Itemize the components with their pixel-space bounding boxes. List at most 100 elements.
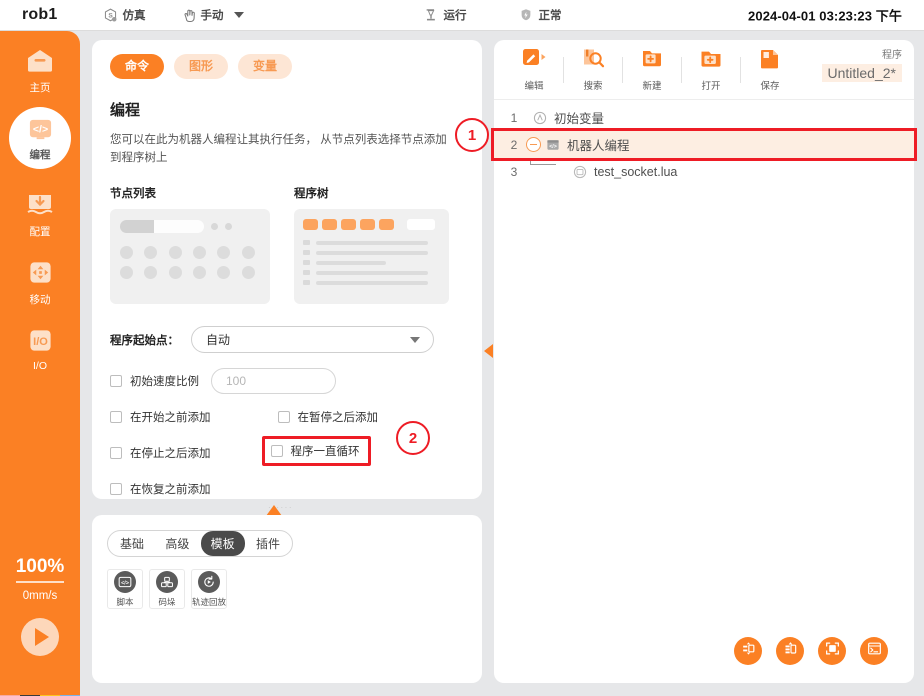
toolbar-new-label: 新建 xyxy=(642,80,662,92)
sidebar-item-home[interactable]: 主页 xyxy=(0,45,80,95)
tab-command[interactable]: 命令 xyxy=(110,54,165,79)
tab-variables[interactable]: 变量 xyxy=(238,54,293,79)
tool-trajectory-replay-label: 轨迹回放 xyxy=(192,596,227,607)
program-action-buttons xyxy=(734,637,888,665)
toolbar-edit-label: 编辑 xyxy=(524,80,544,92)
tool-script[interactable]: </> 脚本 xyxy=(107,569,143,609)
speed-ratio-checkbox[interactable] xyxy=(110,375,122,387)
tool-palletize[interactable]: 码垛 xyxy=(149,569,185,609)
clock: 2024-04-01 03:23:23 下午 xyxy=(748,8,902,24)
terminal-button[interactable] xyxy=(860,637,888,665)
io-icon: I/O xyxy=(25,325,55,355)
loop-forever-checkbox[interactable] xyxy=(270,445,283,457)
shield-icon xyxy=(519,8,534,23)
start-point-select[interactable]: 自动 xyxy=(191,326,434,353)
placeholder-dot xyxy=(120,246,133,259)
segment-basic[interactable]: 基础 xyxy=(110,531,154,556)
health-state-label: 正常 xyxy=(538,10,562,22)
tree-row-number: 2 xyxy=(510,137,518,152)
simulation-mode-indicator[interactable]: S 仿真 xyxy=(103,7,145,23)
placeholder-dot xyxy=(211,223,218,230)
panel-expand-handle[interactable] xyxy=(258,505,290,516)
tree-row-robot-program[interactable]: 2 </> 机器人编程 xyxy=(491,128,917,161)
program-name: Untitled_2* xyxy=(821,64,902,82)
svg-text:</>: </> xyxy=(549,144,557,150)
placeholder-chip xyxy=(303,219,318,230)
segment-advanced[interactable]: 高级 xyxy=(155,531,199,556)
edit-pencil-icon xyxy=(521,48,547,75)
speed-ratio-input[interactable]: 100 xyxy=(211,368,336,394)
application-window: rob1 S 仿真 手动 运行 正常 2024-04-01 03:23:23 下… xyxy=(0,0,924,696)
sidebar-item-config[interactable]: 配置 xyxy=(0,189,80,239)
download-config-icon xyxy=(25,189,55,219)
add-before-resume-checkbox[interactable] xyxy=(110,483,122,495)
svg-text:</>: </> xyxy=(32,123,47,135)
node-list-heading: 节点列表 xyxy=(110,188,156,200)
placeholder-chip xyxy=(360,219,375,230)
move-node-up-down-button[interactable] xyxy=(734,637,762,665)
placeholder-line xyxy=(303,240,440,245)
toolbar-save[interactable]: 保存 xyxy=(750,48,790,92)
placeholder-line xyxy=(303,260,440,265)
manual-mode-selector[interactable]: 手动 xyxy=(181,7,245,23)
trajectory-replay-icon xyxy=(198,570,220,593)
tree-row-lua-file[interactable]: 3 test_socket.lua xyxy=(494,145,914,185)
page-title: 编程 xyxy=(110,102,141,119)
move-arrows-icon xyxy=(25,257,55,287)
code-icon: </> xyxy=(25,115,55,145)
loop-forever-highlight: 程序一直循环 xyxy=(261,436,371,466)
placeholder-search-row xyxy=(120,220,260,233)
health-state-indicator: 正常 xyxy=(519,7,561,23)
loop-forever-label: 程序一直循环 xyxy=(290,446,360,458)
program-editor-panel: 编辑 搜索 新建 打开 保存 程序 Untitled_2* 1 初始变量 2 <… xyxy=(491,40,917,683)
segment-template[interactable]: 模板 xyxy=(200,531,245,556)
lua-file-icon xyxy=(572,164,587,179)
toolbar-search[interactable]: 搜索 xyxy=(573,48,613,92)
panel-collapse-handle[interactable] xyxy=(482,328,494,374)
toolbar-open[interactable]: 打开 xyxy=(691,48,731,92)
program-meta: 程序 Untitled_2* xyxy=(821,46,902,83)
collapse-toggle-icon[interactable] xyxy=(526,137,541,152)
tree-row-number: 3 xyxy=(510,164,518,179)
toolbar-edit[interactable]: 编辑 xyxy=(514,48,554,92)
fullscreen-button[interactable] xyxy=(818,637,846,665)
tree-row-label: test_socket.lua xyxy=(594,164,678,179)
home-icon xyxy=(25,45,55,75)
insert-node-button[interactable] xyxy=(776,637,804,665)
tool-trajectory-replay[interactable]: 轨迹回放 xyxy=(191,569,227,609)
add-after-pause-label: 在暂停之后添加 xyxy=(297,412,379,424)
play-button[interactable] xyxy=(21,618,59,656)
toolbar-new[interactable]: 新建 xyxy=(632,48,672,92)
start-point-value: 自动 xyxy=(206,333,231,347)
robot-name: rob1 xyxy=(22,6,58,23)
chevron-down-icon[interactable] xyxy=(234,12,245,18)
placeholder-search-bar xyxy=(120,220,204,233)
speed-ratio-row: 初始速度比例 100 xyxy=(110,368,482,394)
placeholder-dot xyxy=(144,246,158,259)
options-row-1: 在开始之前添加 在暂停之后添加 xyxy=(110,409,482,425)
add-before-start-checkbox[interactable] xyxy=(110,411,122,423)
fullscreen-icon xyxy=(825,641,840,661)
options-checkbox-grid: 在开始之前添加 在暂停之后添加 在停止之后添加 程序一直循环 在恢复之前添加 xyxy=(110,409,482,497)
play-icon xyxy=(35,628,49,646)
add-after-pause-checkbox[interactable] xyxy=(277,411,290,423)
sidebar-item-programming[interactable]: </> 编程 xyxy=(9,107,71,169)
svg-text:I/O: I/O xyxy=(33,335,48,347)
sidebar-item-io[interactable]: I/O I/O xyxy=(0,325,80,372)
placeholder-columns: 节点列表 程序树 xyxy=(110,185,482,304)
sidebar-item-move[interactable]: 移动 xyxy=(0,257,80,307)
placeholder-chip xyxy=(341,219,356,230)
placeholder-dot xyxy=(217,246,231,259)
placeholder-line-list xyxy=(303,240,440,285)
add-after-stop-checkbox[interactable] xyxy=(110,447,122,459)
add-after-stop-label: 在停止之后添加 xyxy=(130,448,211,460)
start-point-row: 程序起始点： 自动 xyxy=(110,326,482,353)
placeholder-tick xyxy=(303,250,310,255)
tab-graphics[interactable]: 图形 xyxy=(174,54,229,79)
program-tree-placeholder xyxy=(294,209,449,304)
speed-percent[interactable]: 100% xyxy=(15,556,65,583)
placeholder-line xyxy=(303,250,440,255)
tree-row-init-variable[interactable]: 1 初始变量 xyxy=(494,104,914,131)
placeholder-tick xyxy=(303,270,310,275)
segment-plugin[interactable]: 插件 xyxy=(246,531,290,556)
